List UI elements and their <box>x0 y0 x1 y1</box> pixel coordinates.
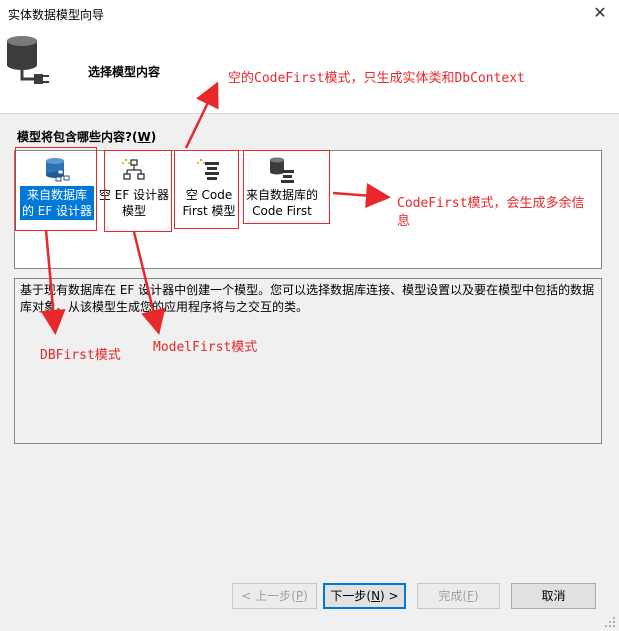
annotation-modelfirst: ModelFirst模式 <box>153 340 258 355</box>
resize-grip-icon[interactable] <box>603 615 617 629</box>
annotation-codefirst-db: CodeFirst模式，会生成多余信息 <box>397 196 585 229</box>
annotation-box-dbfirst <box>15 147 97 231</box>
database-plug-icon <box>7 36 49 84</box>
previous-button[interactable]: < 上一步(P) <box>232 583 317 609</box>
annotation-dbfirst: DBFirst模式 <box>40 348 121 363</box>
finish-button[interactable]: 完成(F) <box>417 583 500 609</box>
model-contents-label: 模型将包含哪些内容?(W) <box>17 130 157 144</box>
next-button[interactable]: 下一步(N) > <box>323 583 406 609</box>
cancel-button[interactable]: 取消 <box>511 583 596 609</box>
window-title: 实体数据模型向导 <box>8 8 105 22</box>
annotation-empty-codefirst: 空的CodeFirst模式，只生成实体类和DbContext <box>228 71 525 86</box>
annotation-box-empty-codefirst <box>174 150 239 229</box>
annotation-box-modelfirst <box>104 150 172 232</box>
close-icon[interactable]: ✕ <box>590 3 610 23</box>
page-title: 选择模型内容 <box>88 65 161 79</box>
description-text: 基于现有数据库在 EF 设计器中创建一个模型。您可以选择数据库连接、模型设置以及… <box>20 283 595 314</box>
annotation-box-codefirst-db <box>243 150 330 224</box>
